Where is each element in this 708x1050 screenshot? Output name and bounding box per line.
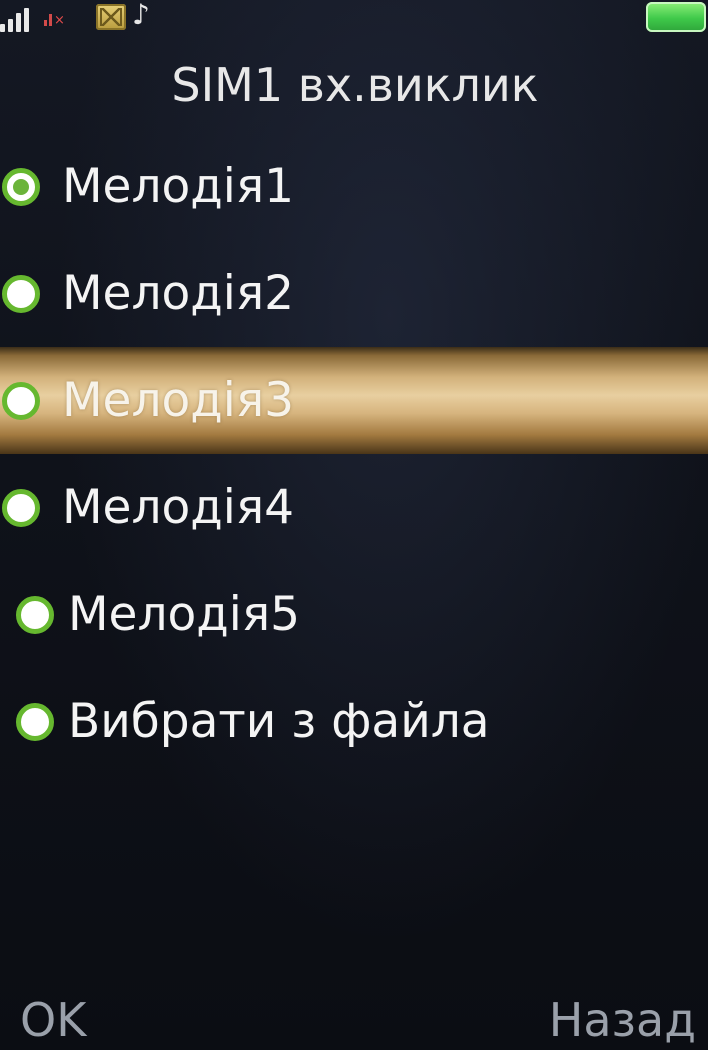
radio-checked-icon[interactable] [2, 168, 40, 206]
phone-screen: × ♪ SIM1 вх.виклик Мелодія1 Мелодія2 Мел… [0, 0, 708, 1050]
ringtone-list: Мелодія1 Мелодія2 Мелодія3 Мелодія4 Мело… [0, 133, 708, 775]
list-item-melody-3[interactable]: Мелодія3 [0, 347, 708, 454]
list-item-label: Мелодія3 [62, 373, 294, 428]
back-softkey[interactable]: Назад [549, 990, 696, 1050]
list-item-melody-1[interactable]: Мелодія1 [0, 133, 708, 240]
list-item-label: Мелодія1 [62, 159, 294, 214]
music-note-icon: ♪ [132, 0, 150, 31]
radio-unchecked-icon[interactable] [16, 596, 54, 634]
sim2-no-signal-icon: × [44, 6, 68, 32]
list-item-melody-5[interactable]: Мелодія5 [0, 561, 708, 668]
list-item-choose-from-file[interactable]: Вибрати з файла [0, 668, 708, 775]
message-icon [96, 4, 126, 30]
list-item-label: Мелодія4 [62, 480, 294, 535]
list-item-label: Вибрати з файла [68, 694, 490, 749]
signal-strength-icon [0, 6, 36, 32]
radio-unchecked-icon[interactable] [2, 489, 40, 527]
radio-unchecked-icon[interactable] [16, 703, 54, 741]
status-bar: × ♪ [0, 0, 708, 40]
ok-softkey[interactable]: OK [20, 990, 86, 1050]
radio-unchecked-icon[interactable] [2, 275, 40, 313]
battery-icon [646, 2, 706, 32]
list-item-melody-2[interactable]: Мелодія2 [0, 240, 708, 347]
list-item-label: Мелодія5 [68, 587, 300, 642]
radio-unchecked-icon[interactable] [2, 382, 40, 420]
list-item-label: Мелодія2 [62, 266, 294, 321]
screen-title: SIM1 вх.виклик [171, 58, 539, 112]
list-item-melody-4[interactable]: Мелодія4 [0, 454, 708, 561]
